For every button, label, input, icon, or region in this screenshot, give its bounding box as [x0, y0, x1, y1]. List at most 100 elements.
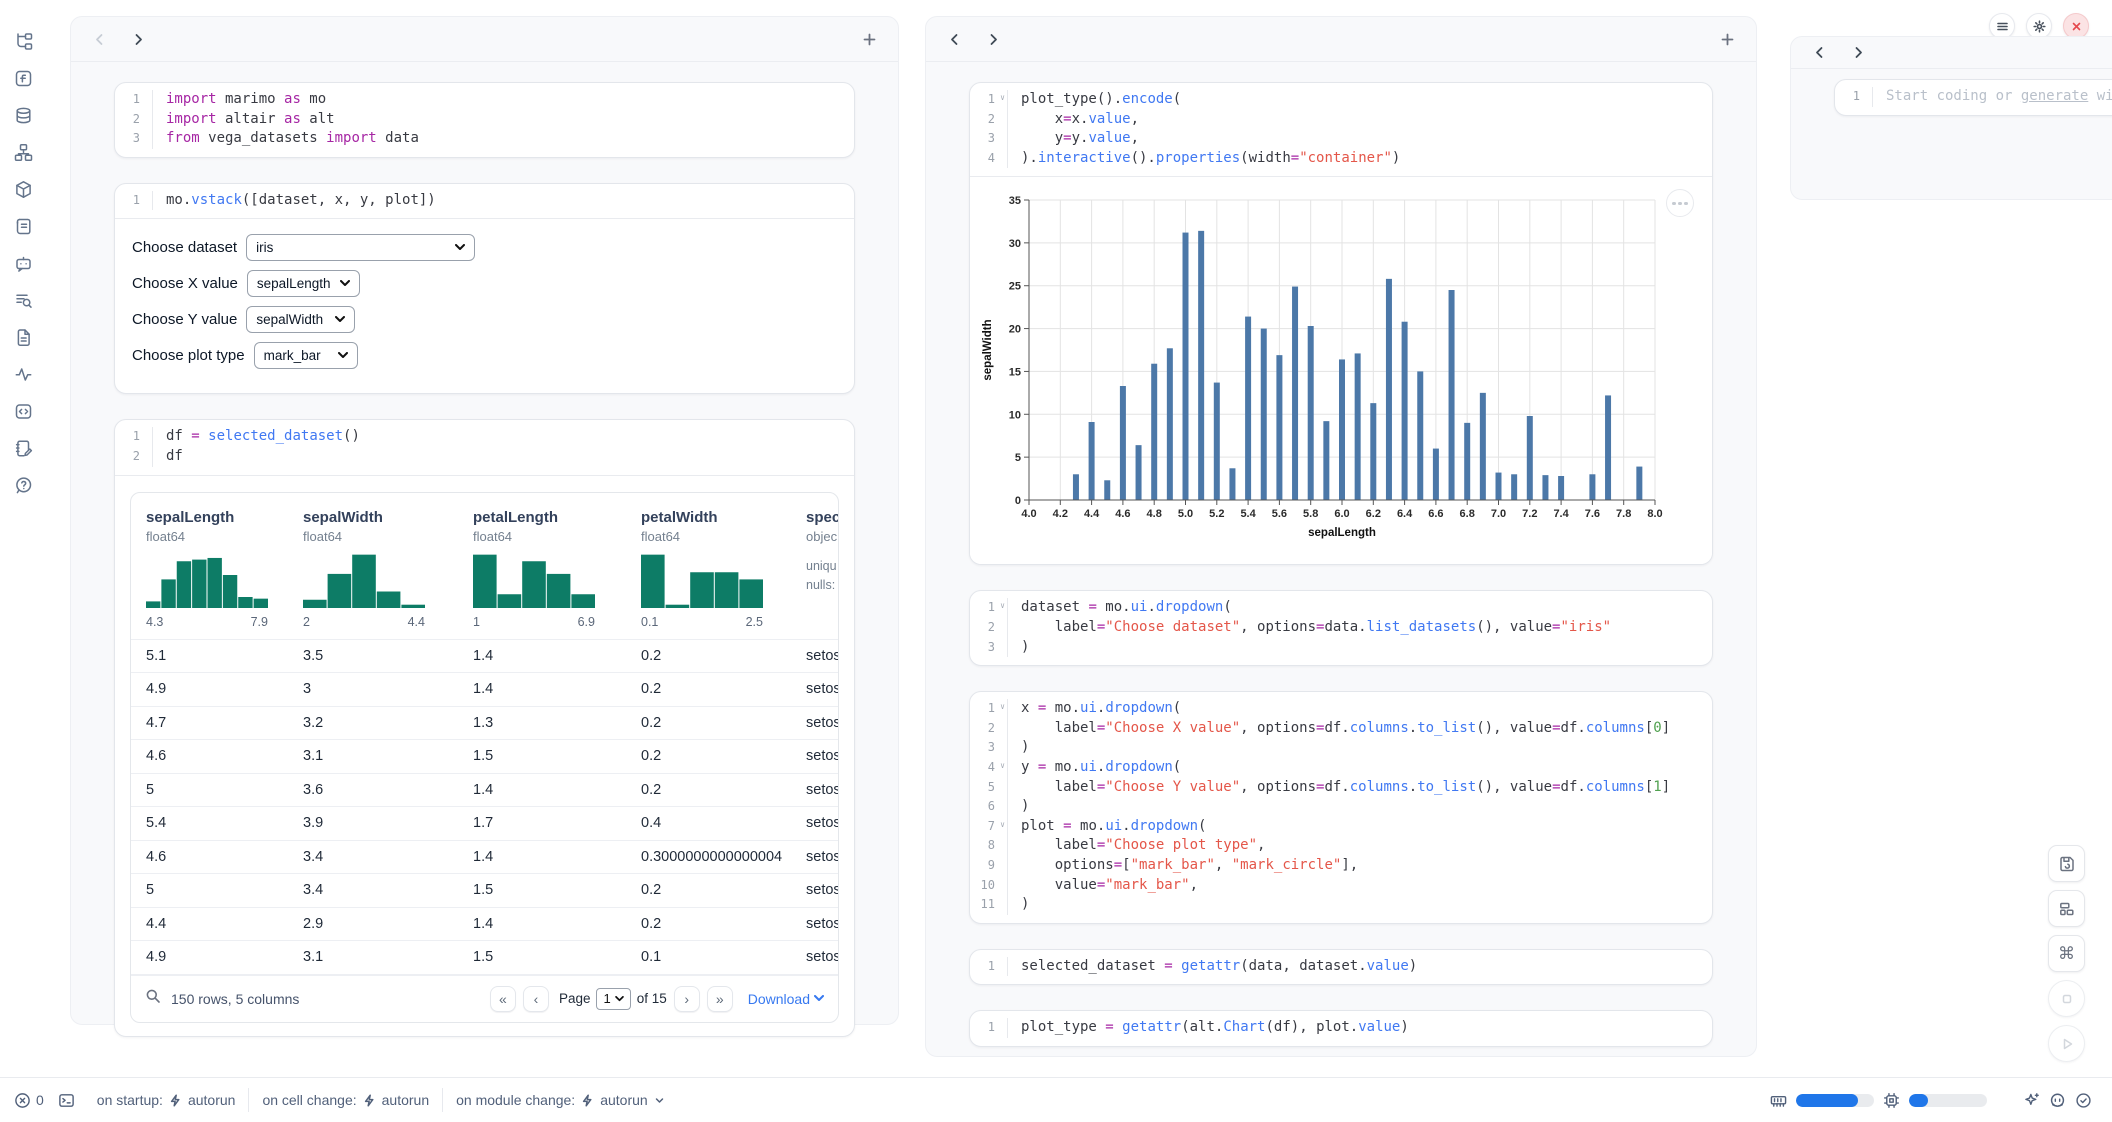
notebook-cell[interactable]: 1mo.vstack([dataset, x, y, plot]) Choose …	[114, 183, 855, 395]
cpu-icon	[1883, 1092, 1900, 1109]
table-row: 53.61.40.2setos	[131, 774, 838, 808]
dots-icon	[1678, 202, 1682, 206]
dataset-dropdown[interactable]: iris	[246, 234, 475, 261]
table-column-header[interactable]: petalLengthfloat6416.9	[473, 509, 641, 629]
notebook-cell[interactable]: 1selected_dataset = getattr(data, datase…	[969, 949, 1713, 986]
notebook-actions: ⌘	[2048, 845, 2085, 1062]
add-column-button[interactable]	[1721, 33, 1734, 46]
file-tree-icon[interactable]	[14, 32, 34, 52]
y-value-dropdown[interactable]: sepalWidth	[246, 306, 355, 333]
notebook-cell[interactable]: 12df = selected_dataset()dfsepalLengthfl…	[114, 419, 855, 1036]
code-editor[interactable]: 1plot_type = getattr(alt.Chart(df), plot…	[970, 1011, 1712, 1046]
save-button[interactable]	[2048, 845, 2085, 882]
file-text-icon[interactable]	[14, 328, 34, 348]
chat-bot-icon[interactable]	[14, 254, 34, 274]
on-startup-setting[interactable]: on startup: autorun	[97, 1092, 236, 1108]
notebook-cell[interactable]: 1plot_type = getattr(alt.Chart(df), plot…	[969, 1010, 1713, 1047]
column-histogram	[641, 553, 763, 611]
column-move-left-button[interactable]	[948, 33, 961, 46]
run-button[interactable]	[2048, 1025, 2085, 1062]
column-move-left-button[interactable]	[1813, 46, 1826, 59]
column-move-right-button[interactable]	[987, 33, 1000, 46]
svg-text:0: 0	[1015, 495, 1021, 507]
keyboard-shortcuts-button[interactable]: ⌘	[2048, 935, 2085, 972]
column-move-right-button[interactable]	[1852, 46, 1865, 59]
fold-chevron-icon[interactable]: ∨	[1000, 703, 1005, 711]
fold-chevron-icon[interactable]: ∨	[1000, 821, 1005, 829]
column-histogram	[146, 553, 268, 611]
help-circle-icon[interactable]	[14, 476, 34, 496]
database-icon[interactable]	[14, 106, 34, 126]
x-value-dropdown-label: Choose X value	[132, 275, 238, 292]
fold-chevron-icon[interactable]: ∨	[1000, 602, 1005, 610]
connection-status-button[interactable]	[2075, 1092, 2092, 1109]
svg-text:4.0: 4.0	[1021, 508, 1036, 520]
package-icon[interactable]	[14, 180, 34, 200]
function-square-icon[interactable]	[14, 69, 34, 89]
code-snippet-icon[interactable]	[14, 402, 34, 422]
code-editor[interactable]: 1Start coding or generate with AI	[1835, 80, 2112, 115]
next-page-button[interactable]: ›	[674, 986, 700, 1012]
on-cell-change-setting[interactable]: on cell change: autorun	[262, 1092, 429, 1108]
activity-icon[interactable]	[14, 365, 34, 385]
table-column-header[interactable]: sepalLengthfloat644.37.9	[131, 509, 303, 629]
stop-icon	[2058, 990, 2076, 1008]
notebook-pen-icon[interactable]	[14, 439, 34, 459]
svg-text:4.6: 4.6	[1115, 508, 1130, 520]
first-page-button[interactable]: «	[490, 986, 516, 1012]
table-column-header[interactable]: petalWidthfloat640.12.5	[641, 509, 806, 629]
notebook-cell[interactable]: 123import marimo as moimport altair as a…	[114, 82, 855, 158]
notebook-cell[interactable]: 1∨23dataset = mo.ui.dropdown( label="Cho…	[969, 590, 1713, 666]
svg-text:10: 10	[1009, 410, 1021, 422]
code-editor[interactable]: 123import marimo as moimport altair as a…	[115, 83, 854, 157]
column-histogram	[303, 553, 425, 611]
table-row: 4.73.21.30.2setos	[131, 707, 838, 741]
download-button[interactable]: Download	[748, 991, 824, 1007]
add-column-button[interactable]	[863, 33, 876, 46]
column-move-left-button[interactable]	[93, 33, 106, 46]
notebook-cell[interactable]: 1∨234∨567∨891011x = mo.ui.dropdown( labe…	[969, 691, 1713, 924]
notebook-column-2: 1∨234plot_type().encode( x=x.value, y=y.…	[925, 16, 1757, 1057]
y-value-dropdown-row: Choose Y valuesepalWidth	[132, 306, 837, 333]
plot-type-dropdown[interactable]: mark_bar	[254, 342, 358, 369]
fold-chevron-icon[interactable]: ∨	[1000, 762, 1005, 770]
notebook-cell[interactable]: 1∨234plot_type().encode( x=x.value, y=y.…	[969, 82, 1713, 565]
gear-icon	[2033, 20, 2046, 33]
search-icon[interactable]	[145, 988, 161, 1009]
last-page-button[interactable]: »	[707, 986, 733, 1012]
selected-value: mark_bar	[264, 348, 321, 363]
fold-chevron-icon[interactable]: ∨	[1000, 94, 1005, 102]
table-column-header[interactable]: speciobjecuniqunulls:	[806, 509, 838, 629]
scroll-text-icon[interactable]	[14, 217, 34, 237]
code-editor[interactable]: 1∨234plot_type().encode( x=x.value, y=y.…	[970, 83, 1712, 176]
code-editor[interactable]: 12df = selected_dataset()df	[115, 420, 854, 474]
code-editor[interactable]: 1∨23dataset = mo.ui.dropdown( label="Cho…	[970, 591, 1712, 665]
page-total-label: of 15	[637, 991, 667, 1006]
code-editor[interactable]: 1selected_dataset = getattr(data, datase…	[970, 950, 1712, 985]
ai-sparkles-button[interactable]	[2023, 1092, 2040, 1109]
svg-text:4.2: 4.2	[1053, 508, 1068, 520]
network-icon[interactable]	[14, 143, 34, 163]
table-column-header[interactable]: sepalWidthfloat6424.4	[303, 509, 473, 629]
dataset-dropdown-label: Choose dataset	[132, 239, 237, 256]
errors-button[interactable]	[14, 1092, 31, 1109]
chevron-left-icon	[1813, 46, 1826, 59]
layout-button[interactable]	[2048, 890, 2085, 927]
on-module-change-setting[interactable]: on module change: autorun	[456, 1092, 665, 1108]
prev-page-button[interactable]: ‹	[523, 986, 549, 1012]
page-select[interactable]: 1	[596, 988, 630, 1010]
chevron-down-icon	[455, 244, 465, 251]
altair-bar-chart: 4.04.24.44.64.85.05.25.45.65.86.06.26.46…	[970, 177, 1710, 559]
table-output: sepalLengthfloat644.37.9sepalWidthfloat6…	[115, 475, 854, 1036]
notebook-cell[interactable]: 1Start coding or generate with AI	[1834, 79, 2112, 116]
code-editor[interactable]: 1∨234∨567∨891011x = mo.ui.dropdown( labe…	[970, 692, 1712, 923]
circle-x-icon	[14, 1092, 31, 1109]
copilot-button[interactable]	[2049, 1092, 2066, 1109]
terminal-button[interactable]	[58, 1092, 75, 1109]
column-move-right-button[interactable]	[132, 33, 145, 46]
stop-button[interactable]	[2048, 980, 2085, 1017]
x-value-dropdown[interactable]: sepalLength	[247, 270, 360, 297]
code-editor[interactable]: 1mo.vstack([dataset, x, y, plot])	[115, 184, 854, 219]
page-value: 1	[603, 991, 610, 1006]
text-search-icon[interactable]	[14, 291, 34, 311]
